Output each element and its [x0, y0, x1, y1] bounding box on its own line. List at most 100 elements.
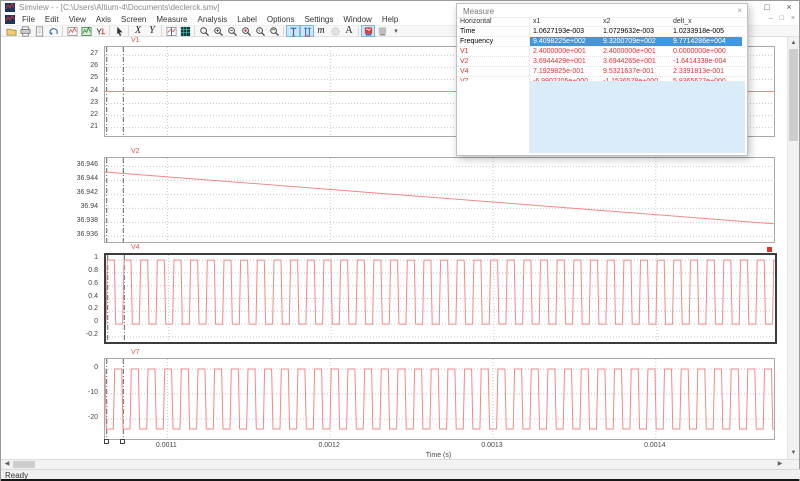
close-button[interactable]: ×: [783, 1, 795, 14]
measure-dialog-close-icon[interactable]: ×: [737, 6, 742, 15]
plot-V2[interactable]: [104, 157, 775, 243]
vertical-scrollbar-thumb[interactable]: [789, 49, 798, 141]
cursor-handle-2[interactable]: [120, 439, 125, 444]
menu-options[interactable]: Options: [262, 14, 300, 25]
document-icon: [5, 15, 15, 24]
measure-cell: 2.4000000e+001: [600, 47, 670, 56]
menu-axis[interactable]: Axis: [91, 14, 116, 25]
gray-circle-icon: [330, 26, 341, 37]
toolbar-separator: [358, 26, 359, 36]
measure-panel-label-column: [457, 81, 530, 153]
chevron-down-icon: ▾: [394, 27, 398, 35]
measure-flag-button[interactable]: [375, 25, 389, 37]
cursor-2-button[interactable]: [300, 25, 314, 37]
measure-row-V1[interactable]: V12.4000000e+0012.4000000e+0010.0000000e…: [457, 47, 745, 57]
menu-help[interactable]: Help: [377, 14, 403, 25]
plot-V7[interactable]: [104, 358, 775, 440]
add-text-label-button[interactable]: A: [342, 25, 356, 37]
menu-window[interactable]: Window: [338, 14, 376, 25]
app-icon: [5, 3, 15, 12]
measure-row-V2[interactable]: V23.6944429e+0013.6944265e+001-1.6414338…: [457, 57, 745, 67]
zoom-select-button[interactable]: [197, 25, 211, 37]
zoom-previous-button[interactable]: [253, 25, 267, 37]
y-axis-red-icon: Y: [95, 26, 106, 37]
open-file-button[interactable]: [4, 25, 18, 37]
xtick-0.0011: 0.0011: [144, 442, 188, 449]
scroll-down-icon[interactable]: ▼: [788, 448, 799, 458]
scroll-left-icon[interactable]: ◀: [2, 460, 12, 469]
toolbar-overflow-button[interactable]: ▾: [389, 25, 403, 37]
menu-measure[interactable]: Measure: [151, 14, 192, 25]
open-folder-icon: [6, 26, 17, 37]
measure-cell: 2.4000000e+001: [530, 47, 600, 56]
plot-title-V4: V4: [131, 244, 140, 251]
ytick-V4-0: 0: [1, 318, 98, 325]
x-letter-icon: X: [135, 26, 141, 36]
menu-bar-items: FileEditViewAxisScreenMeasureAnalysisLab…: [17, 14, 403, 25]
measure-cell: 2.3391813e-001: [670, 67, 742, 76]
cursor-chart-button[interactable]: [164, 25, 178, 37]
y-axis-signals-button[interactable]: Y: [93, 25, 107, 37]
printer-icon: [20, 26, 31, 37]
toolbar-separator: [161, 26, 162, 36]
add-screen-button[interactable]: [65, 25, 79, 37]
snap-cursor-button[interactable]: [328, 25, 342, 37]
menu-view[interactable]: View: [64, 14, 91, 25]
measure-flag-gray-icon: [377, 26, 388, 37]
menu-edit[interactable]: Edit: [40, 14, 64, 25]
scroll-right-icon[interactable]: ▶: [775, 460, 785, 469]
menu-file[interactable]: File: [17, 14, 40, 25]
measure-row-label: V1: [457, 47, 530, 56]
text-a-icon: A: [345, 26, 352, 36]
ytick-V4-0.8: 0.8: [1, 267, 98, 274]
cursor-1-button[interactable]: [286, 25, 300, 37]
menu-label[interactable]: Label: [232, 14, 262, 25]
zoom-previous-icon: [255, 26, 266, 37]
measure-cell: 1.0233918e-005: [670, 27, 742, 36]
mdi-minimize-button[interactable]: –: [769, 14, 773, 24]
vertical-scrollbar[interactable]: ▲ ▼: [787, 37, 799, 459]
measure-panel: [457, 81, 745, 153]
zoom-refresh-button[interactable]: [267, 25, 281, 37]
mdi-close-button[interactable]: ×: [791, 14, 795, 24]
zoom-in-button[interactable]: [211, 25, 225, 37]
window-title: Simview - - [C:\Users\Altium-4\Documents…: [19, 3, 219, 12]
horizontal-scrollbar-thumb[interactable]: [13, 461, 35, 468]
mdi-window-controls: – □ ×: [769, 14, 795, 24]
zoom-fit-button[interactable]: [239, 25, 253, 37]
copy-button[interactable]: [32, 25, 46, 37]
cursor-handle-1[interactable]: [104, 439, 109, 444]
waveform-screen-icon: [67, 26, 78, 37]
measure-cell: 1.0729632e-003: [600, 27, 670, 36]
x-scale-button[interactable]: X: [131, 25, 145, 37]
maximize-button[interactable]: □: [761, 1, 773, 14]
mdi-restore-button[interactable]: □: [780, 14, 784, 24]
menu-analysis[interactable]: Analysis: [193, 14, 233, 25]
scroll-up-icon[interactable]: ▲: [788, 38, 799, 48]
menu-settings[interactable]: Settings: [299, 14, 338, 25]
measure-dialog-titlebar[interactable]: Measure ×: [457, 4, 747, 18]
ytick-V1-27: 27: [1, 50, 98, 57]
measure-header-x2: x2: [600, 17, 670, 26]
measure-dialog-button[interactable]: [361, 25, 375, 37]
zoom-out-icon: [227, 26, 238, 37]
measure-values-button[interactable]: m: [314, 25, 328, 37]
measure-m-icon: m: [317, 26, 324, 36]
screen-colors-button[interactable]: [178, 25, 192, 37]
measure-row-V4[interactable]: V47.1929825e-0019.5321637e-0012.3391813e…: [457, 67, 745, 77]
overlay-curves-button[interactable]: [79, 25, 93, 37]
toolbar-separator: [194, 26, 195, 36]
undo-button[interactable]: [46, 25, 60, 37]
y-letter-icon: Y: [149, 26, 155, 36]
y-scale-button[interactable]: Y: [145, 25, 159, 37]
horizontal-scrollbar[interactable]: ◀ ▶: [1, 459, 799, 469]
zoom-out-button[interactable]: [225, 25, 239, 37]
measure-row-Time[interactable]: Time1.0627193e-0031.0729632e-0031.023391…: [457, 27, 745, 37]
measure-row-label: V2: [457, 57, 530, 66]
select-mode-button[interactable]: [112, 25, 126, 37]
measure-dialog-title: Measure: [463, 7, 494, 16]
menu-screen[interactable]: Screen: [116, 14, 151, 25]
measure-row-Frequency[interactable]: Frequency9.4098225e+0029.3200709e+0029.7…: [457, 37, 745, 47]
print-button[interactable]: [18, 25, 32, 37]
plot-V4[interactable]: [104, 253, 777, 344]
